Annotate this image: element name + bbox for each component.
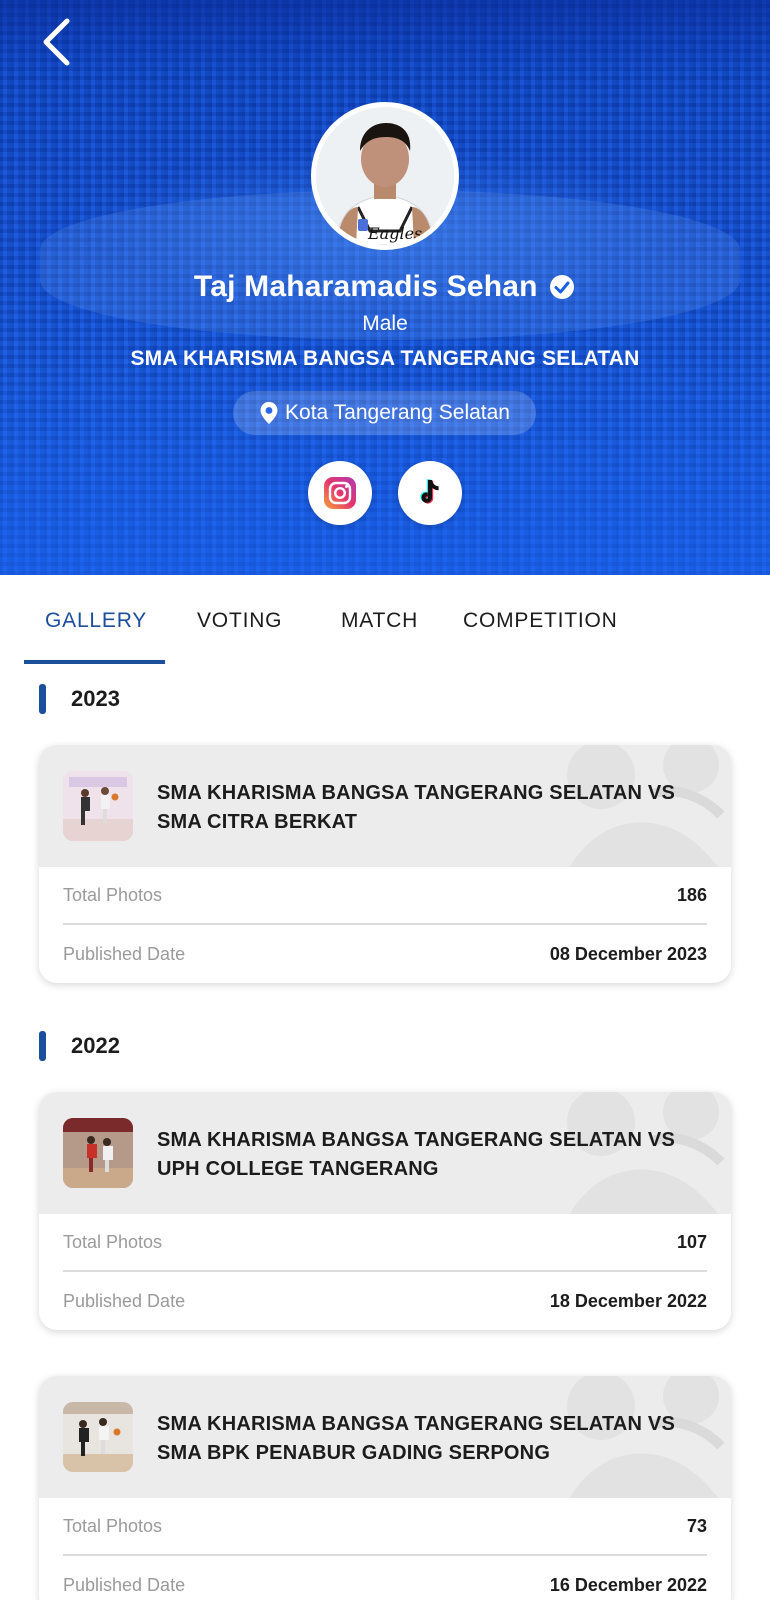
- published-date-value: 08 December 2023: [549, 943, 707, 964]
- total-photos-value: 73: [686, 1515, 707, 1536]
- player-photo: Eagles: [316, 107, 454, 245]
- gallery-card[interactable]: SMA KHARISMA BANGSA TANGERANG SELATAN VS…: [39, 745, 731, 983]
- published-date-label: Published Date: [63, 1290, 186, 1311]
- total-photos-value: 107: [676, 1231, 707, 1252]
- tab-competition[interactable]: COMPETITION: [463, 609, 618, 633]
- player-profile-screen: Eagles Taj Maharamadis Sehan Male SMA KH…: [0, 0, 770, 1600]
- year-header: 2023: [39, 684, 120, 714]
- verified-badge-icon: [550, 275, 575, 299]
- total-photos-label: Total Photos: [63, 1231, 163, 1252]
- tab-voting[interactable]: VOTING: [197, 609, 282, 633]
- avatar: Eagles: [311, 102, 459, 250]
- player-name: Taj Maharamadis Sehan: [193, 270, 538, 303]
- total-photos-label: Total Photos: [63, 1515, 163, 1536]
- year-header: 2022: [39, 1031, 120, 1061]
- location-pin-icon: [260, 402, 278, 424]
- player-gender: Male: [362, 312, 408, 335]
- tiktok-icon: [420, 479, 439, 504]
- location-text: Kota Tangerang Selatan: [285, 401, 510, 424]
- total-photos-label: Total Photos: [63, 884, 163, 905]
- match-thumbnail: [63, 1402, 133, 1472]
- chevron-left-icon: [43, 18, 70, 66]
- match-title: SMA KHARISMA BANGSA TANGERANG SELATAN VS…: [157, 1129, 675, 1180]
- tab-gallery[interactable]: GALLERY: [45, 609, 147, 633]
- back-button[interactable]: [34, 16, 78, 68]
- active-tab-indicator: [24, 660, 165, 664]
- instagram-icon: [324, 477, 356, 509]
- tiktok-button[interactable]: [398, 461, 462, 525]
- match-title: SMA KHARISMA BANGSA TANGERANG SELATAN VS…: [157, 782, 675, 833]
- gallery-card[interactable]: SMA KHARISMA BANGSA TANGERANG SELATAN VS…: [39, 1092, 731, 1330]
- profile-tabs: GALLERY VOTING MATCH COMPETITION: [24, 575, 746, 667]
- player-school: SMA KHARISMA BANGSA TANGERANG SELATAN: [130, 347, 640, 370]
- gallery-card[interactable]: SMA KHARISMA BANGSA TANGERANG SELATAN VS…: [39, 1376, 731, 1600]
- tab-match[interactable]: MATCH: [341, 609, 418, 633]
- year-label: 2023: [71, 686, 120, 711]
- total-photos-value: 186: [676, 884, 707, 905]
- published-date-label: Published Date: [63, 943, 186, 964]
- profile-header: Eagles Taj Maharamadis Sehan Male SMA KH…: [0, 0, 770, 575]
- year-label: 2022: [71, 1033, 120, 1058]
- location-badge: Kota Tangerang Selatan: [233, 391, 536, 435]
- match-title: SMA KHARISMA BANGSA TANGERANG SELATAN VS…: [157, 1413, 675, 1464]
- published-date-value: 16 December 2022: [549, 1574, 707, 1595]
- published-date-value: 18 December 2022: [549, 1290, 707, 1311]
- published-date-label: Published Date: [63, 1574, 186, 1595]
- instagram-button[interactable]: [308, 461, 372, 525]
- match-thumbnail: [63, 1118, 133, 1188]
- match-thumbnail: [63, 771, 133, 841]
- svg-text:Eagles: Eagles: [367, 224, 422, 243]
